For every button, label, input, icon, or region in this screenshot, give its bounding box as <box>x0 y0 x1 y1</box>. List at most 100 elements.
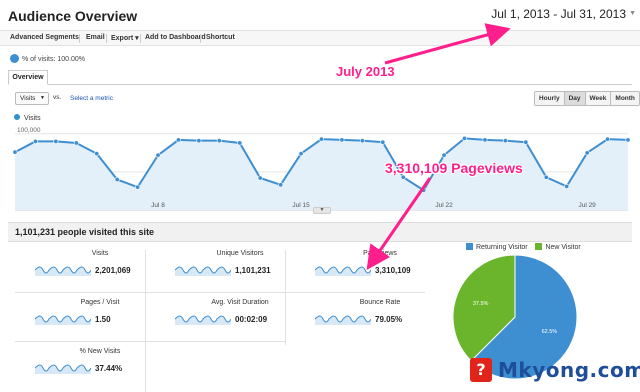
pie-legend: Returning Visitor New Visitor <box>466 243 581 251</box>
sparkline-icon <box>35 266 91 276</box>
vs-label: vs. <box>53 94 62 101</box>
metric-bounce-rate[interactable]: Bounce Rate 79.05% <box>315 299 445 341</box>
toolbar-divider <box>106 34 107 43</box>
metric-pageviews[interactable]: Pageviews 3,310,109 <box>315 250 445 292</box>
segment-indicator: % of visits: 100.00% <box>10 54 85 63</box>
tab-divider <box>8 84 632 85</box>
pageviews-annotation: 3,310,109 Pageviews <box>385 160 523 176</box>
data-point <box>257 175 263 181</box>
data-point <box>318 136 324 142</box>
data-point <box>237 140 243 146</box>
brand-text: Mkyong.com <box>498 358 640 382</box>
metric-dropdown-label: Visits <box>20 95 36 102</box>
export-button[interactable]: Export ▾ <box>111 34 139 42</box>
legend-returning-visitor: Returning Visitor <box>476 244 528 251</box>
data-point <box>359 138 365 144</box>
data-point <box>12 149 18 155</box>
data-point <box>175 137 181 143</box>
pie-slice-label: 62.5% <box>542 329 558 335</box>
sparkline-icon <box>315 315 371 325</box>
grid-divider <box>15 341 285 342</box>
legend-swatch <box>535 243 543 250</box>
data-point <box>155 152 161 158</box>
sparkline-icon <box>175 266 231 276</box>
metric-dropdown[interactable]: Visits ▼ <box>15 92 49 105</box>
chart-collapse-handle[interactable]: ▼ <box>313 207 331 214</box>
y-tick-label: 100,000 <box>17 127 41 134</box>
data-point <box>421 187 427 193</box>
select-metric-link[interactable]: Select a metric <box>70 95 113 102</box>
grid-divider <box>285 250 286 345</box>
data-point <box>114 177 120 183</box>
metric-value: 37.44% <box>95 364 123 373</box>
data-point <box>625 137 631 143</box>
legend-dot-icon <box>14 114 20 120</box>
x-tick-label: Jul 15 <box>292 202 310 209</box>
metric-value: 3,310,109 <box>375 266 411 275</box>
page-title: Audience Overview <box>8 8 138 24</box>
period-toggle-group: Hourly Day Week Month <box>534 91 640 106</box>
data-point <box>380 139 386 145</box>
data-point <box>441 152 447 158</box>
july-annotation: July 2013 <box>336 64 395 79</box>
data-point <box>523 139 529 145</box>
data-point <box>32 138 38 144</box>
grid-divider <box>15 292 425 293</box>
email-button[interactable]: Email <box>86 34 105 41</box>
x-tick-label: Jul 29 <box>578 202 596 209</box>
period-day-button[interactable]: Day <box>564 92 586 105</box>
data-point <box>216 138 222 144</box>
sparkline-icon <box>35 364 91 374</box>
visits-line-chart[interactable]: 100,00050,000Jul 8Jul 15Jul 22Jul 29 <box>0 124 640 216</box>
shortcut-button[interactable]: Shortcut <box>206 34 235 41</box>
x-tick-label: Jul 8 <box>151 202 165 209</box>
data-point <box>584 150 590 156</box>
grid-divider <box>145 299 146 392</box>
data-point <box>564 183 570 189</box>
visitors-summary: 1,101,231 people visited this site <box>15 227 155 237</box>
data-point <box>339 137 345 143</box>
legend-new-visitor: New Visitor <box>545 244 581 251</box>
metric-value: 2,201,069 <box>95 266 131 275</box>
data-point <box>462 135 468 141</box>
data-point <box>605 136 611 142</box>
data-point <box>94 151 100 157</box>
metric-label: Pageviews <box>363 250 397 257</box>
toolbar-divider <box>140 34 141 43</box>
chevron-down-icon: ▼ <box>40 95 45 101</box>
toolbar-divider <box>200 34 201 43</box>
chevron-down-icon[interactable]: ▼ <box>629 10 636 17</box>
metric-label: Bounce Rate <box>359 299 401 306</box>
sparkline-icon <box>35 315 91 325</box>
advanced-segments-button[interactable]: Advanced Segments <box>10 34 79 41</box>
tab-overview[interactable]: Overview <box>8 70 48 85</box>
data-point <box>482 137 488 143</box>
data-point <box>502 138 508 144</box>
data-point <box>196 138 202 144</box>
sparkline-icon <box>175 315 231 325</box>
period-week-button[interactable]: Week <box>585 92 612 105</box>
report-toolbar: Advanced Segments Email Export ▾ Add to … <box>0 30 640 46</box>
chart-legend: Visits <box>14 114 41 122</box>
period-month-button[interactable]: Month <box>611 92 639 105</box>
period-hourly-button[interactable]: Hourly <box>535 92 565 105</box>
pie-chart-icon <box>10 54 19 63</box>
metric-value: 79.05% <box>375 315 403 324</box>
add-to-dashboard-button[interactable]: Add to Dashboard <box>145 34 206 41</box>
report-header: Audience Overview Jul 1, 2013 - Jul 31, … <box>0 0 640 30</box>
sparkline-icon <box>315 266 371 276</box>
segment-percent-label: % of visits: 100.00% <box>22 56 86 63</box>
legend-swatch <box>466 243 473 250</box>
data-point <box>73 140 79 146</box>
toolbar-divider <box>79 34 80 43</box>
data-point <box>135 184 141 190</box>
metric-value: 1.50 <box>95 315 111 324</box>
summary-bar: 1,101,231 people visited this site <box>8 222 632 242</box>
metric-value: 1,101,231 <box>235 266 271 275</box>
metric-value: 00:02:09 <box>235 315 268 324</box>
date-range-picker[interactable]: Jul 1, 2013 - Jul 31, 2013 <box>491 7 626 21</box>
x-tick-label: Jul 22 <box>435 202 453 209</box>
data-point <box>298 151 304 157</box>
pie-slice-label: 37.5% <box>473 301 489 307</box>
question-mark-icon: ? <box>470 358 492 382</box>
